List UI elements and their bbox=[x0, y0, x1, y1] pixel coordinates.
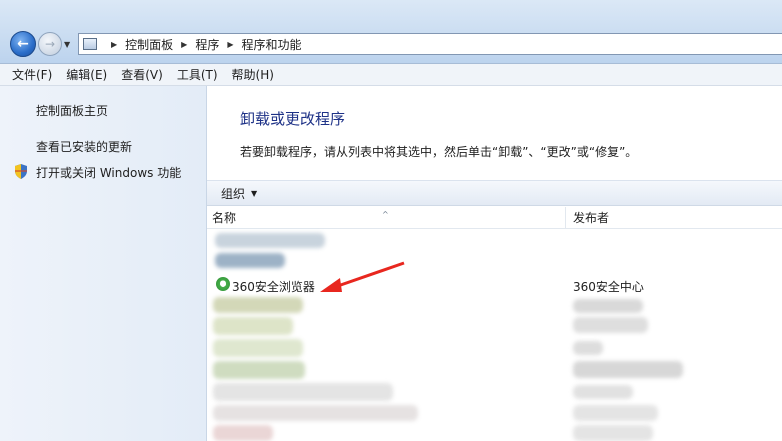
menu-tools[interactable]: 工具(T) bbox=[177, 66, 218, 83]
list-item[interactable]: e 360安全浏览器 360安全中心 bbox=[207, 275, 782, 295]
address-bar[interactable]: ▶ 控制面板 ▶ 程序 ▶ 程序和功能 bbox=[78, 33, 782, 55]
shield-icon bbox=[15, 164, 27, 179]
blurred-entry bbox=[573, 299, 643, 313]
blurred-entry bbox=[573, 341, 603, 355]
organize-button[interactable]: 组织 bbox=[221, 185, 245, 202]
back-arrow-icon[interactable]: ← bbox=[10, 31, 36, 57]
list-item[interactable] bbox=[207, 231, 782, 251]
sidebar-link-home[interactable]: 控制面板主页 bbox=[36, 102, 108, 119]
blurred-entry bbox=[573, 361, 683, 378]
blurred-entry bbox=[213, 383, 393, 401]
main-panel: 卸载或更改程序 若要卸载程序，请从列表中将其选中，然后单击“卸载”、“更改”或“… bbox=[207, 86, 782, 441]
browser-e-icon: e bbox=[216, 277, 230, 291]
menu-help[interactable]: 帮助(H) bbox=[232, 66, 274, 83]
blurred-entry bbox=[213, 425, 273, 441]
list-item[interactable] bbox=[207, 339, 782, 359]
blurred-entry bbox=[573, 385, 633, 399]
chevron-right-icon[interactable]: ▶ bbox=[111, 40, 117, 49]
page-title: 卸载或更改程序 bbox=[240, 110, 346, 128]
blurred-entry bbox=[573, 405, 658, 421]
blurred-entry bbox=[213, 297, 303, 313]
breadcrumb-programs[interactable]: 程序 bbox=[195, 36, 219, 53]
blurred-entry bbox=[213, 361, 305, 379]
chevron-down-icon[interactable]: ▼ bbox=[251, 189, 257, 198]
list-item[interactable] bbox=[207, 295, 782, 315]
title-bar: ← → ▼ ▶ 控制面板 ▶ 程序 ▶ 程序和功能 bbox=[0, 0, 782, 64]
menu-view[interactable]: 查看(V) bbox=[121, 66, 163, 83]
program-name: 360安全浏览器 bbox=[232, 280, 315, 294]
blurred-entry bbox=[573, 425, 653, 441]
column-name[interactable]: ^ 名称 bbox=[207, 207, 566, 229]
page-description: 若要卸载程序，请从列表中将其选中，然后单击“卸载”、“更改”或“修复”。 bbox=[240, 145, 638, 159]
breadcrumb-programs-features[interactable]: 程序和功能 bbox=[242, 36, 302, 53]
list-item[interactable] bbox=[207, 361, 782, 381]
list-item[interactable] bbox=[207, 383, 782, 403]
list-item[interactable] bbox=[207, 425, 782, 441]
history-dropdown-icon[interactable]: ▼ bbox=[64, 40, 70, 49]
menu-bar: 文件(F) 编辑(E) 查看(V) 工具(T) 帮助(H) bbox=[0, 64, 782, 86]
sidebar: 控制面板主页 查看已安装的更新 打开或关闭 Windows 功能 bbox=[0, 86, 207, 441]
list-item[interactable] bbox=[207, 251, 782, 271]
list-item[interactable] bbox=[207, 317, 782, 337]
chevron-right-icon[interactable]: ▶ bbox=[181, 40, 187, 49]
blurred-entry bbox=[215, 233, 325, 248]
blurred-entry bbox=[213, 317, 293, 335]
blurred-entry bbox=[573, 317, 648, 333]
menu-edit[interactable]: 编辑(E) bbox=[66, 66, 107, 83]
blurred-entry bbox=[213, 405, 418, 421]
program-publisher: 360安全中心 bbox=[573, 280, 644, 294]
command-bar: 组织 ▼ bbox=[207, 180, 782, 206]
forward-arrow-icon[interactable]: → bbox=[38, 32, 62, 56]
column-publisher[interactable]: 发布者 bbox=[567, 207, 609, 229]
menu-file[interactable]: 文件(F) bbox=[12, 66, 52, 83]
sort-ascending-icon: ^ bbox=[382, 210, 389, 219]
blurred-entry bbox=[213, 339, 303, 357]
chevron-right-icon[interactable]: ▶ bbox=[227, 40, 233, 49]
column-header: ^ 名称 发布者 bbox=[207, 207, 782, 229]
breadcrumb-control-panel[interactable]: 控制面板 bbox=[125, 36, 173, 53]
column-publisher-label: 发布者 bbox=[573, 211, 610, 225]
sidebar-link-updates[interactable]: 查看已安装的更新 bbox=[36, 138, 132, 155]
list-item[interactable] bbox=[207, 405, 782, 425]
column-name-label: 名称 bbox=[212, 211, 237, 225]
sidebar-link-windows-features[interactable]: 打开或关闭 Windows 功能 bbox=[36, 164, 181, 181]
annotation-arrow-icon bbox=[320, 261, 405, 292]
blurred-entry bbox=[215, 253, 285, 268]
program-list: e 360安全浏览器 360安全中心 bbox=[207, 229, 782, 441]
control-panel-icon bbox=[83, 38, 97, 50]
